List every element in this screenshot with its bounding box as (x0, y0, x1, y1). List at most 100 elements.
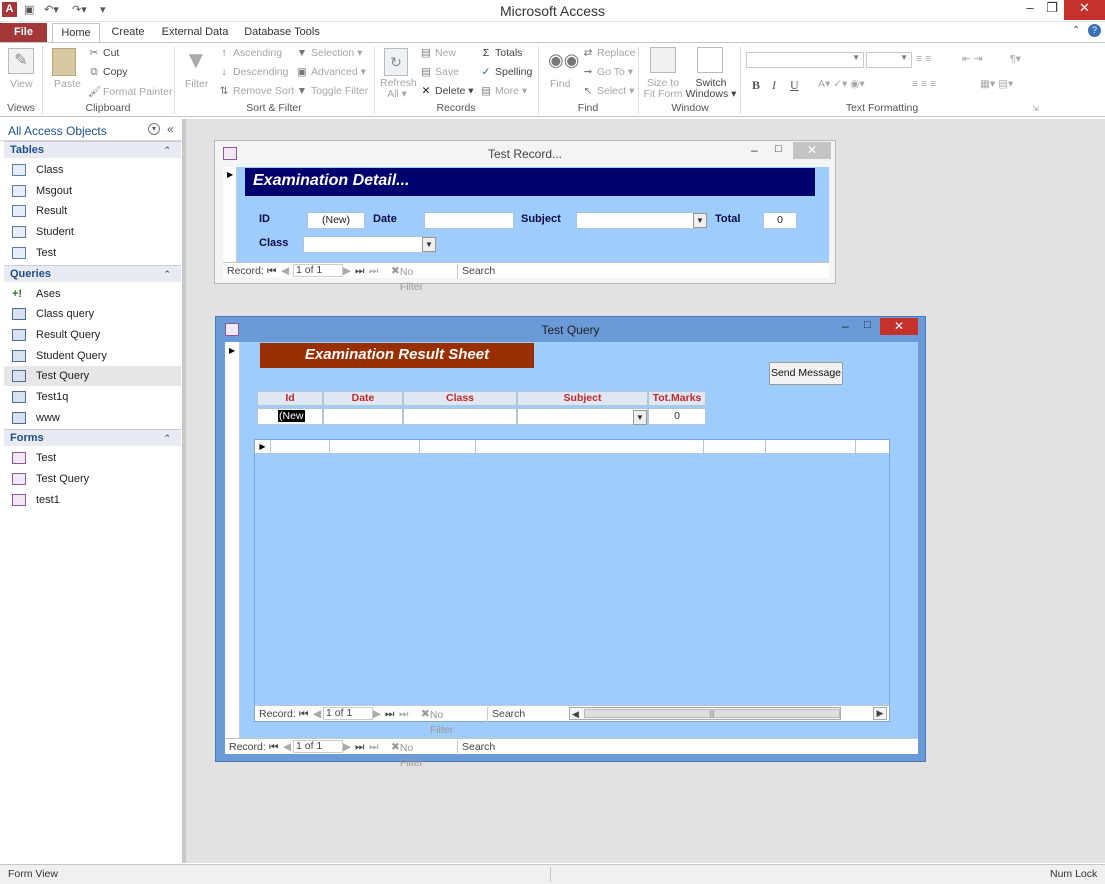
nav-item[interactable]: +! Ases (4, 284, 181, 304)
copy-button[interactable]: ⧉ Copy (88, 66, 127, 79)
search-box[interactable]: Search (457, 264, 517, 279)
search-box[interactable]: Search (487, 707, 549, 722)
scroll-left-icon[interactable]: ◀ (572, 707, 579, 722)
window-maximize-button[interactable]: □ (864, 319, 871, 331)
new-record-nav-icon[interactable]: ⏭ (399, 707, 408, 722)
new-record-nav-icon[interactable]: ⏭ (369, 740, 378, 755)
total-field[interactable]: 0 (763, 212, 797, 229)
nav-menu-icon[interactable]: ▾ (148, 123, 160, 135)
underline-button[interactable]: U (790, 78, 799, 93)
help-icon[interactable]: ? (1088, 24, 1101, 37)
subject-combo[interactable]: ▼ (576, 212, 708, 229)
tab-create[interactable]: Create (104, 23, 152, 42)
selection-button[interactable]: ▼ Selection ▾ (296, 47, 363, 59)
size-to-fit-form-button[interactable]: Size to Fit Form (642, 78, 684, 100)
spelling-button[interactable]: ✓ Spelling (480, 66, 533, 78)
nav-item[interactable]: Result Query (4, 325, 181, 345)
id-cell[interactable]: (New (257, 408, 323, 425)
nav-item[interactable]: Test (4, 243, 181, 263)
dialog-launcher-icon[interactable]: ⇲ (1032, 104, 1039, 113)
collapse-icon[interactable]: ⌃ (163, 266, 171, 282)
paste-icon[interactable] (52, 48, 76, 76)
window-minimize-button[interactable]: – (751, 143, 758, 157)
nav-section-queries[interactable]: Queries ⌃ (4, 264, 181, 282)
replace-button[interactable]: ⇄ Replace (582, 47, 636, 59)
switch-windows-button[interactable]: Switch Windows ▾ (684, 78, 738, 100)
search-box[interactable]: Search (457, 740, 519, 755)
bullets-icon[interactable]: ≡ ≡ (916, 53, 931, 65)
italic-button[interactable]: I (772, 78, 776, 93)
tot-marks-cell[interactable]: 0 (648, 408, 706, 425)
next-record-icon[interactable]: ▶ (343, 264, 351, 279)
view-button[interactable]: View (10, 78, 33, 90)
toggle-filter-button[interactable]: ▼ Toggle Filter (296, 85, 368, 97)
record-selector[interactable]: ▶ (223, 167, 237, 263)
paragraph-icon[interactable]: ¶▾ (1010, 53, 1021, 65)
nav-section-forms[interactable]: Forms ⌃ (4, 429, 181, 447)
nav-item[interactable]: Student Query (4, 346, 181, 366)
window-maximize-button[interactable]: □ (775, 143, 782, 155)
scroll-thumb[interactable]: ||| (584, 709, 840, 718)
ascending-button[interactable]: ↑ Ascending (218, 47, 282, 59)
shutter-bar-icon[interactable]: « (167, 122, 174, 136)
delete-record-button[interactable]: ✕ Delete ▾ (420, 85, 474, 97)
window-close-button[interactable]: ✕ (793, 142, 831, 159)
new-record-button[interactable]: ▤ New (420, 47, 456, 59)
date-field[interactable] (424, 212, 514, 229)
cut-button[interactable]: ✂ Cut (88, 47, 120, 59)
chevron-down-icon[interactable]: ▼ (693, 213, 707, 228)
send-message-button[interactable]: Send Message (769, 362, 843, 385)
tab-database-tools[interactable]: Database Tools (240, 23, 324, 42)
record-selector[interactable]: ▶ (225, 342, 240, 738)
font-name-dropdown[interactable]: ▼ (746, 52, 864, 68)
tab-file[interactable]: File (0, 23, 47, 42)
advanced-button[interactable]: ▣ Advanced ▾ (296, 66, 366, 78)
last-record-icon[interactable]: ⏭ (355, 264, 364, 279)
tab-external-data[interactable]: External Data (158, 23, 232, 42)
find-button[interactable]: Find (550, 78, 570, 90)
class-cell[interactable] (403, 408, 517, 425)
filter-button[interactable]: Filter (185, 78, 208, 90)
chevron-down-icon[interactable]: ▼ (633, 410, 647, 425)
window-close-button[interactable]: ✕ (880, 318, 918, 335)
switch-windows-icon[interactable] (697, 47, 723, 73)
last-record-icon[interactable]: ⏭ (385, 707, 394, 722)
format-painter-button[interactable]: 🖌 Format Painter (88, 85, 172, 98)
id-field[interactable]: (New) (307, 212, 365, 229)
last-record-icon[interactable]: ⏭ (355, 740, 364, 755)
record-position[interactable]: 1 of 1 (323, 707, 373, 720)
refresh-all-button[interactable]: Refresh All ▾ (380, 78, 417, 100)
record-position[interactable]: 1 of 1 (293, 740, 343, 753)
nav-item[interactable]: Student (4, 222, 181, 242)
nav-item[interactable]: Test Query (4, 469, 181, 489)
prev-record-icon[interactable]: ◀ (283, 740, 291, 755)
nav-item[interactable]: Test Query (4, 366, 181, 387)
gridlines-icon[interactable]: ▦▾ ▤▾ (980, 78, 1013, 90)
scroll-right-icon[interactable]: ▶ (873, 707, 887, 720)
refresh-icon[interactable]: ↻ (384, 48, 408, 76)
next-record-icon[interactable]: ▶ (343, 740, 351, 755)
first-record-icon[interactable]: ⏮ (267, 264, 276, 279)
nav-item[interactable]: Result (4, 201, 181, 221)
nav-item[interactable]: Msgout (4, 181, 181, 201)
bold-button[interactable]: B (752, 78, 760, 93)
collapse-icon[interactable]: ⌃ (163, 142, 171, 158)
new-record-nav-icon[interactable]: ⏭ (369, 264, 378, 279)
date-cell[interactable] (323, 408, 403, 425)
size-to-fit-icon[interactable] (650, 47, 676, 73)
nav-item[interactable]: Test1q (4, 387, 181, 407)
tab-home[interactable]: Home (52, 23, 100, 43)
select-button[interactable]: ↖ Select ▾ (582, 85, 635, 97)
font-size-dropdown[interactable]: ▼ (866, 52, 912, 68)
minimize-ribbon-icon[interactable]: ⌃ (1072, 25, 1080, 36)
nav-item[interactable]: Class (4, 160, 181, 180)
remove-sort-button[interactable]: ⇅ Remove Sort (218, 85, 295, 97)
first-record-icon[interactable]: ⏮ (299, 707, 308, 722)
view-icon[interactable]: ✎ (8, 48, 34, 74)
subform-record-selector[interactable]: ▶ (255, 440, 271, 453)
first-record-icon[interactable]: ⏮ (269, 740, 278, 755)
close-button[interactable]: ✕ (1064, 0, 1105, 20)
more-button[interactable]: ▤ More ▾ (480, 85, 527, 97)
descending-button[interactable]: ↓ Descending (218, 66, 288, 78)
prev-record-icon[interactable]: ◀ (281, 264, 289, 279)
